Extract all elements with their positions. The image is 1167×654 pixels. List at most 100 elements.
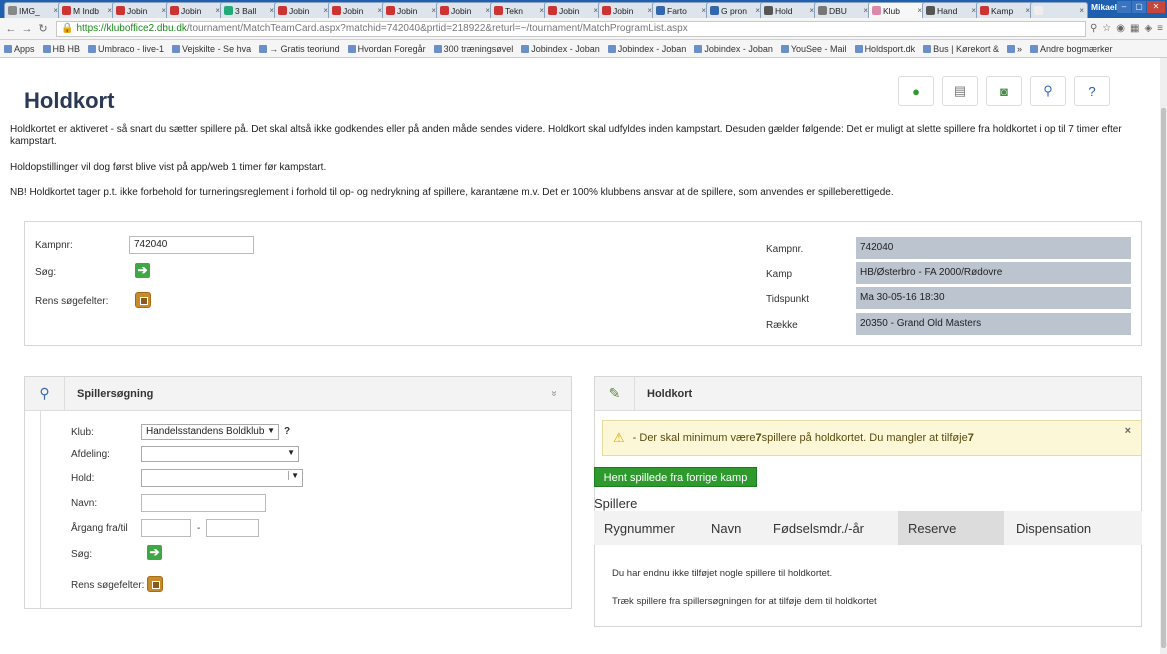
browser-tab[interactable]: Klub × xyxy=(868,2,926,18)
extension-icon[interactable]: ◉ xyxy=(1116,23,1125,34)
extension-icon[interactable]: ▦ xyxy=(1130,23,1139,34)
export-icon[interactable]: ◙ xyxy=(986,76,1022,106)
browser-tab[interactable]: Farto × xyxy=(652,2,710,18)
bookmark-item[interactable]: Jobindex - Joban xyxy=(694,44,773,54)
bookmark-icon xyxy=(88,44,97,53)
search-arrow-button[interactable]: ➔ xyxy=(135,263,150,278)
page-title: Holdkort xyxy=(24,88,115,113)
browser-tab[interactable]: Jobin × xyxy=(166,2,224,18)
magnifier-icon: ⚲ xyxy=(25,376,65,411)
browser-tab[interactable]: Jobin × xyxy=(598,2,656,18)
bookmark-item[interactable]: Hvordan Foregår xyxy=(347,43,426,54)
browser-tab[interactable]: Jobin × xyxy=(274,2,332,18)
bookmark-label: Apps xyxy=(14,43,35,54)
forward-icon[interactable]: → xyxy=(20,23,34,35)
tab-label: Jobin xyxy=(343,5,364,16)
search-icon[interactable]: ⚲ xyxy=(1030,76,1066,106)
browser-tab[interactable]: Jobin × xyxy=(436,2,494,18)
close-window-button[interactable]: ✕ xyxy=(1147,1,1165,13)
browser-tab[interactable]: Jobin × xyxy=(544,2,602,18)
url-field[interactable]: 🔒 https://kluboffice2.dbu.dk /tournament… xyxy=(56,20,1086,37)
minimize-button[interactable]: – xyxy=(1117,1,1131,13)
column-header[interactable]: Rygnummer xyxy=(594,511,701,545)
bookmark-item[interactable]: Andre bogmærker xyxy=(1029,44,1113,54)
back-arrow-icon[interactable]: ● xyxy=(898,76,934,106)
menu-icon[interactable]: ≡ xyxy=(1157,23,1163,34)
bookmark-icon xyxy=(1029,44,1038,53)
browser-tab[interactable]: Jobin × xyxy=(112,2,170,18)
player-search-header[interactable]: ⚲ Spillersøgning » xyxy=(25,376,571,411)
bookmark-item[interactable]: HB HB xyxy=(42,44,80,54)
page-scrollbar[interactable] xyxy=(1160,58,1167,654)
fetch-previous-players-button[interactable]: Hent spillede fra forrige kamp xyxy=(594,467,757,487)
search-arrow-button[interactable]: ➔ xyxy=(147,545,162,560)
tab-favicon-icon xyxy=(872,6,881,15)
bookmark-item[interactable]: Vejskilte - Se hva xyxy=(172,44,251,54)
bookmark-label: Jobindex - Joban xyxy=(704,43,773,54)
column-header[interactable]: Fødselsmdr./-år xyxy=(761,511,898,545)
help-icon[interactable]: ? xyxy=(284,426,290,437)
bookmark-item[interactable]: » xyxy=(1006,44,1022,54)
bookmark-item[interactable]: Apps xyxy=(4,44,35,54)
tab-label: Hold xyxy=(775,5,793,16)
browser-tab[interactable]: Hand × xyxy=(922,2,980,18)
browser-tab[interactable]: M Indb × xyxy=(58,2,116,18)
column-header-sorted[interactable]: Reserve xyxy=(898,511,1004,545)
aargang-to-input[interactable] xyxy=(206,519,259,537)
browser-tab[interactable]: DBU × xyxy=(814,2,872,18)
collapse-icon[interactable]: » xyxy=(549,391,560,397)
bookmark-item[interactable]: Holdsport.dk xyxy=(854,44,915,54)
tab-favicon-icon xyxy=(62,6,71,15)
klub-select[interactable]: Handelsstandens Boldklub ▼ xyxy=(141,424,279,440)
info-label: Række xyxy=(766,320,798,331)
hold-select[interactable]: ▼ xyxy=(141,469,303,487)
browser-tab[interactable]: Tekn × xyxy=(490,2,548,18)
help-icon[interactable]: ? xyxy=(1074,76,1110,106)
browser-tab[interactable]: × xyxy=(1030,2,1088,18)
browser-tab[interactable]: Jobin × xyxy=(328,2,386,18)
maximize-button[interactable]: ▢ xyxy=(1132,1,1146,13)
bookmark-item[interactable]: 300 træningsøvel xyxy=(433,44,513,54)
bookmark-item[interactable]: → Gratis teoriund xyxy=(259,44,340,54)
tab-label: Farto xyxy=(667,5,687,16)
browser-tab[interactable]: Kamp × xyxy=(976,2,1034,18)
browser-tab-strip: IMG_ × M Indb × Jobin × Jobin × 3 Ball × Jobin × Job… xyxy=(0,0,1167,18)
bookmark-item[interactable]: Umbraco - live-1 xyxy=(88,44,164,54)
clear-label: Rens søgefelter: xyxy=(71,580,145,591)
star-icon[interactable]: ☆ xyxy=(1102,23,1111,34)
zoom-icon[interactable]: ⚲ xyxy=(1090,23,1097,34)
print-icon[interactable]: ▤ xyxy=(942,76,978,106)
tab-favicon-icon xyxy=(224,6,233,15)
browser-tab[interactable]: IMG_ × xyxy=(4,2,62,18)
browser-tab[interactable]: 3 Ball × xyxy=(220,2,278,18)
clear-search-button[interactable] xyxy=(135,292,151,308)
close-alert-button[interactable]: × xyxy=(1125,425,1131,437)
bookmark-item[interactable]: Bus | Kørekort & xyxy=(923,44,999,54)
search-label: Søg: xyxy=(35,267,57,278)
browser-tab[interactable]: Hold × xyxy=(760,2,818,18)
warning-alert: ⚠ - Der skal minimum være 7 spillere på … xyxy=(602,420,1142,456)
back-icon[interactable]: ← xyxy=(4,23,18,35)
bookmark-item[interactable]: Jobindex - Joban xyxy=(607,44,686,54)
players-table-header: Rygnummer Navn Fødselsmdr./-år Reserve D… xyxy=(594,511,1142,545)
url-host: https://kluboffice2.dbu.dk xyxy=(76,23,187,34)
column-header[interactable]: Navn xyxy=(701,511,761,545)
afdeling-select[interactable]: ▼ xyxy=(141,446,299,462)
scrollbar-thumb[interactable] xyxy=(1161,108,1166,648)
reload-icon[interactable]: ↻ xyxy=(36,22,50,35)
aargang-from-input[interactable] xyxy=(141,519,191,537)
clear-search-button[interactable] xyxy=(147,576,163,592)
bookmark-label: Bus | Kørekort & xyxy=(933,43,999,54)
chevron-down-icon: ▼ xyxy=(288,471,299,480)
bookmark-item[interactable]: Jobindex - Joban xyxy=(521,44,600,54)
column-header[interactable]: Dispensation xyxy=(1004,511,1142,545)
browser-tab[interactable]: Jobin × xyxy=(382,2,440,18)
extension-icon[interactable]: ◈ xyxy=(1144,23,1152,34)
navn-input[interactable] xyxy=(141,494,266,512)
kampnr-input[interactable]: 742040 xyxy=(129,236,254,254)
bookmark-icon xyxy=(780,44,789,53)
browser-tab[interactable]: G pron × xyxy=(706,2,764,18)
close-tab-icon[interactable]: × xyxy=(1079,6,1084,15)
bookmark-item[interactable]: YouSee - Mail xyxy=(780,44,847,54)
bookmark-label: Hvordan Foregår xyxy=(357,43,426,54)
